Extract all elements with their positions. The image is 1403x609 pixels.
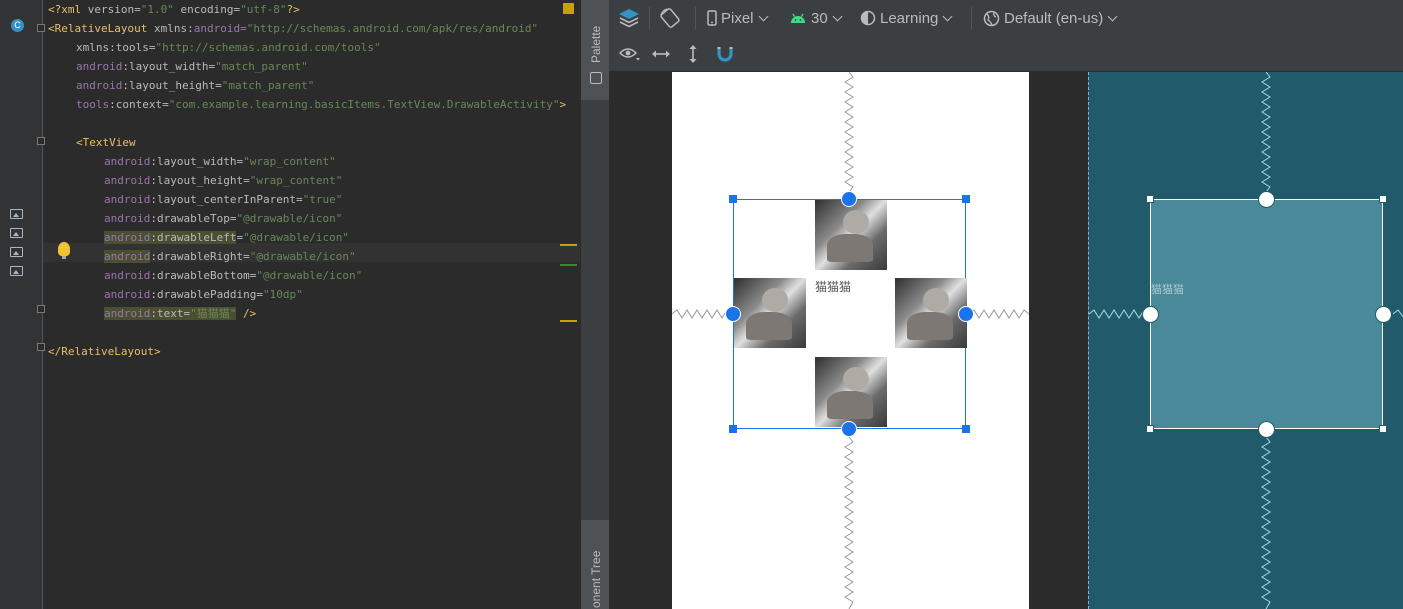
code-line: <?xml version="1.0" encoding="utf-8"?>: [48, 3, 300, 16]
blueprint-text-view[interactable]: 猫猫猫: [1150, 199, 1383, 429]
side-tool-strip: Palette onent Tree: [580, 0, 610, 609]
code-line: android:drawableBottom="@drawable/icon": [104, 269, 363, 282]
code-line: </RelativeLayout>: [48, 345, 161, 358]
view-options-toolbar: [609, 36, 1403, 72]
image-icon[interactable]: [10, 228, 23, 238]
chevron-down-icon: [942, 11, 953, 21]
resize-handle[interactable]: [1379, 195, 1387, 203]
magnet-icon: [717, 46, 733, 62]
error-stripe[interactable]: [560, 320, 577, 322]
fold-marker[interactable]: [37, 137, 45, 145]
blueprint-text-label: 猫猫猫: [1151, 283, 1184, 296]
fold-marker[interactable]: [37, 24, 45, 32]
text-view-selection[interactable]: 猫猫猫: [733, 199, 967, 429]
constraint-handle-left[interactable]: [725, 306, 741, 322]
drawable-left-image: [734, 278, 806, 348]
code-editor[interactable]: C <?xml version="1.0" encoding="utf-8"?>…: [0, 0, 580, 609]
code-line: android:layout_height="wrap_content": [104, 174, 343, 187]
arrows-horizontal-icon: [652, 50, 670, 57]
design-surface[interactable]: 猫猫猫: [672, 72, 1029, 609]
error-stripe[interactable]: [560, 244, 577, 246]
resize-handle[interactable]: [962, 195, 970, 203]
eye-icon: [619, 47, 640, 60]
code-line: tools:context="com.example.learning.basi…: [76, 98, 567, 111]
toolbar-separator: [971, 7, 972, 29]
resize-handle[interactable]: [1146, 425, 1154, 433]
code-area[interactable]: <?xml version="1.0" encoding="utf-8"?> <…: [48, 0, 580, 609]
layers-button[interactable]: [617, 0, 641, 36]
editor-gutter: C: [0, 0, 45, 609]
image-icon[interactable]: [10, 209, 23, 219]
fold-marker[interactable]: [37, 305, 45, 313]
theme-icon: [860, 10, 876, 26]
globe-icon: [983, 10, 1000, 26]
chevron-down-icon: [832, 11, 843, 21]
code-line: android:layout_width="match_parent": [76, 60, 308, 73]
resize-handle[interactable]: [1146, 195, 1154, 203]
constraint-handle-bottom[interactable]: [841, 421, 857, 437]
code-line: android:drawableLeft="@drawable/icon": [104, 231, 350, 244]
image-icon[interactable]: [10, 266, 23, 276]
tab-palette[interactable]: Palette: [581, 0, 610, 100]
resize-handle[interactable]: [729, 425, 737, 433]
blueprint-surface[interactable]: 猫猫猫: [1088, 72, 1403, 609]
code-line: android:layout_centerInParent="true": [104, 193, 343, 206]
resize-handle[interactable]: [729, 195, 737, 203]
drawable-right-image: [895, 278, 967, 348]
code-line: <RelativeLayout xmlns:android="http://sc…: [48, 22, 539, 35]
text-view-label: 猫猫猫: [815, 280, 852, 294]
image-icon[interactable]: [10, 247, 23, 257]
android-icon: [791, 13, 805, 23]
design-canvas[interactable]: 猫猫猫 猫猫猫: [609, 72, 1403, 609]
resize-handle[interactable]: [962, 425, 970, 433]
drawable-top-image: [815, 200, 887, 270]
toolbar-separator: [695, 7, 696, 29]
drawable-bottom-image: [815, 357, 887, 427]
toolbar-separator: [649, 7, 650, 29]
code-line: android:text="猫猫猫" />: [104, 307, 257, 320]
design-toolbar: Pixel 30 Learning Default (en-us): [609, 0, 1403, 37]
layers-icon: [619, 9, 639, 28]
code-line: android:layout_width="wrap_content": [104, 155, 336, 168]
expand-vertical-button[interactable]: [687, 36, 699, 71]
warning-marker[interactable]: [563, 3, 574, 14]
code-line: android:drawableTop="@drawable/icon": [104, 212, 343, 225]
code-line: android:layout_height="match_parent": [76, 79, 315, 92]
locale-dropdown[interactable]: Default (en-us): [983, 0, 1120, 36]
theme-dropdown[interactable]: Learning: [860, 0, 955, 36]
autoconnect-button[interactable]: [716, 36, 734, 71]
view-options-button[interactable]: [619, 36, 641, 71]
class-icon[interactable]: C: [11, 19, 24, 32]
orientation-button[interactable]: [659, 0, 681, 36]
rotate-icon: [660, 8, 680, 28]
fold-marker[interactable]: [37, 343, 45, 351]
chevron-down-icon: [758, 11, 768, 21]
chevron-down-icon: [1107, 11, 1118, 21]
tab-component-tree[interactable]: onent Tree: [581, 520, 610, 609]
api-level-dropdown[interactable]: 30: [789, 0, 845, 36]
code-line: android:drawableRight="@drawable/icon": [104, 250, 356, 263]
error-stripe[interactable]: [560, 264, 577, 266]
constraint-handle-top[interactable]: [1258, 191, 1275, 208]
constraint-handle-right[interactable]: [958, 306, 974, 322]
code-line: android:drawablePadding="10dp": [104, 288, 303, 301]
device-dropdown[interactable]: Pixel: [707, 0, 771, 36]
code-line: <TextView: [76, 136, 136, 149]
palette-icon: [590, 72, 602, 84]
arrows-vertical-icon: [689, 44, 697, 63]
phone-icon: [707, 10, 717, 26]
constraint-handle-left[interactable]: [1142, 306, 1159, 323]
constraint-handle-right[interactable]: [1375, 306, 1392, 323]
expand-horizontal-button[interactable]: [651, 36, 671, 71]
constraint-handle-top[interactable]: [841, 191, 857, 207]
resize-handle[interactable]: [1379, 425, 1387, 433]
code-line: xmlns:tools="http://schemas.android.com/…: [76, 41, 381, 54]
constraint-handle-bottom[interactable]: [1258, 421, 1275, 438]
